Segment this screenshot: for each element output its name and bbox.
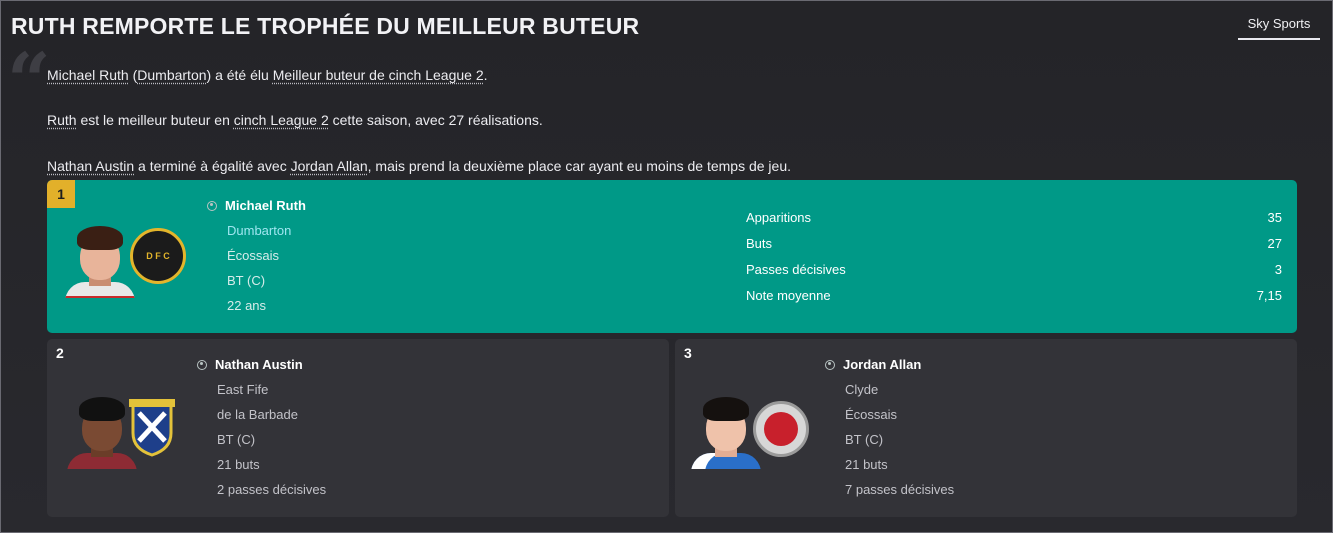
- nationality: Écossais: [227, 248, 280, 263]
- rank-badge: 1: [47, 180, 75, 208]
- assists: 7 passes décisives: [845, 482, 955, 497]
- tab-sky-sports[interactable]: Sky Sports: [1238, 14, 1320, 40]
- player-link[interactable]: Nathan Austin: [47, 158, 134, 174]
- award-link[interactable]: Meilleur buteur de cinch League 2: [273, 67, 484, 83]
- person-icon: [207, 201, 217, 211]
- player-name-text: Nathan Austin: [215, 357, 303, 372]
- position: BT (C): [227, 273, 266, 288]
- club-link[interactable]: Dumbarton: [137, 67, 206, 83]
- nationality: de la Barbade: [217, 407, 298, 422]
- stat-value: 35: [1267, 210, 1282, 225]
- club-link[interactable]: Dumbarton: [227, 223, 291, 238]
- stat-value: 3: [1274, 262, 1282, 277]
- club-crest-icon[interactable]: [129, 399, 175, 457]
- stat-label: Passes décisives: [746, 262, 846, 277]
- news-paragraph-1: Michael Ruth (Dumbarton) a été élu Meill…: [47, 67, 488, 83]
- player-link[interactable]: Jordan Allan: [291, 158, 368, 174]
- club-crest-icon[interactable]: [753, 401, 809, 457]
- runner-up-card: 2 Nathan Austin East Fife de la Barbade …: [47, 339, 669, 517]
- page-title: RUTH REMPORTE LE TROPHÉE DU MEILLEUR BUT…: [11, 13, 640, 39]
- goals: 21 buts: [217, 457, 260, 472]
- stat-label: Apparitions: [746, 210, 812, 225]
- player-name-text: Jordan Allan: [843, 357, 922, 372]
- player-name[interactable]: Michael Ruth: [207, 198, 306, 213]
- age: 22 ans: [227, 298, 267, 313]
- person-icon: [197, 360, 207, 370]
- news-paragraph-2: Ruth est le meilleur buteur en cinch Lea…: [47, 112, 543, 128]
- player-photo[interactable]: [691, 389, 761, 469]
- rank-number: 2: [56, 345, 64, 361]
- rank-number: 3: [684, 345, 692, 361]
- position: BT (C): [217, 432, 256, 447]
- club-link[interactable]: East Fife: [217, 382, 268, 397]
- person-icon: [825, 360, 835, 370]
- player-name-text: Michael Ruth: [225, 198, 306, 213]
- stat-label: Buts: [746, 236, 773, 251]
- crest-emblem: [764, 412, 798, 446]
- crest-text: D F C: [146, 251, 170, 261]
- stat-label: Note moyenne: [746, 288, 831, 303]
- club-crest-icon[interactable]: D F C: [130, 228, 186, 284]
- text-fragment: a terminé à égalité avec: [134, 158, 291, 174]
- assists: 2 passes décisives: [217, 482, 327, 497]
- league-link[interactable]: cinch League 2: [234, 112, 329, 128]
- news-panel: RUTH REMPORTE LE TROPHÉE DU MEILLEUR BUT…: [0, 0, 1333, 533]
- text-fragment: (: [128, 67, 138, 83]
- stat-value: 27: [1267, 236, 1282, 251]
- player-name[interactable]: Nathan Austin: [197, 357, 303, 372]
- quote-icon: “: [7, 36, 51, 125]
- player-link[interactable]: Michael Ruth: [47, 67, 129, 83]
- news-paragraph-3: Nathan Austin a terminé à égalité avec J…: [47, 158, 791, 174]
- text-fragment: , mais prend la deuxième place car ayant…: [367, 158, 791, 174]
- runner-up-card: 3 Jordan Allan Clyde Écossais BT (C) 21 …: [675, 339, 1297, 517]
- player-photo[interactable]: [67, 389, 137, 469]
- text-fragment: est le meilleur buteur en: [76, 112, 234, 128]
- stat-value: 7,15: [1256, 288, 1282, 303]
- goals: 21 buts: [845, 457, 888, 472]
- text-fragment: ) a été élu: [206, 67, 273, 83]
- player-name[interactable]: Jordan Allan: [825, 357, 921, 372]
- player-link[interactable]: Ruth: [47, 112, 77, 128]
- text-fragment: .: [483, 67, 488, 83]
- text-fragment: cette saison, avec 27 réalisations.: [328, 112, 543, 128]
- player-photo[interactable]: [65, 218, 135, 298]
- position: BT (C): [845, 432, 884, 447]
- club-link[interactable]: Clyde: [845, 382, 878, 397]
- nationality: Écossais: [845, 407, 898, 422]
- winner-card: 1 D F C Michael Ruth Dumbarton Écossais …: [47, 180, 1297, 333]
